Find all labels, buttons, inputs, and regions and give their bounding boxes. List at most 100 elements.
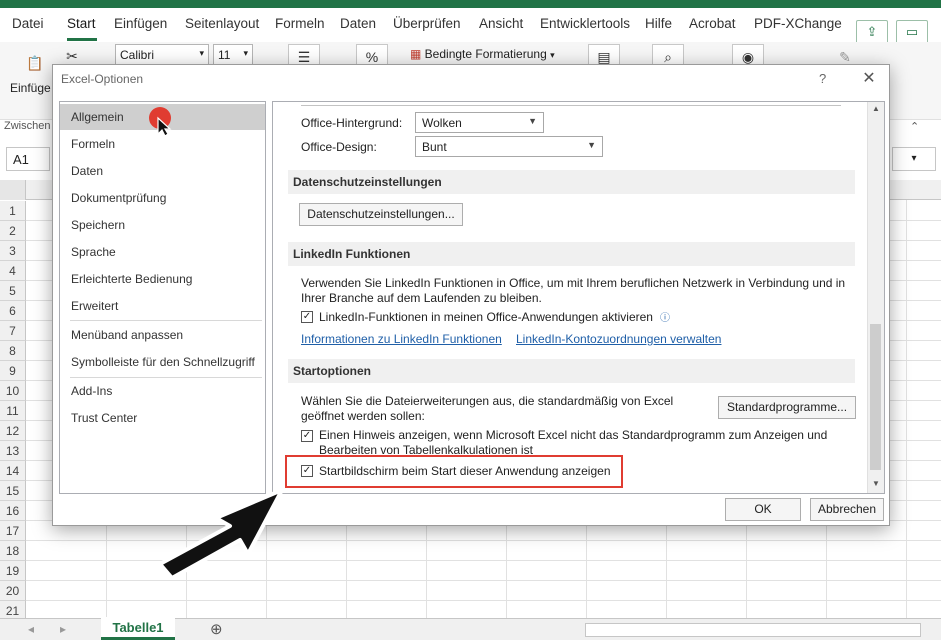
row-header[interactable]: 14 [0,461,26,481]
office-design-label: Office-Design: [301,140,377,154]
cut-icon[interactable]: ✂ [62,46,82,66]
ribbon-tabs: Datei Start Einfügen Seitenlayout Formel… [0,8,941,44]
scroll-left-icon[interactable]: ◂ [28,622,34,636]
row-header[interactable]: 12 [0,421,26,441]
tab-hilfe[interactable]: Hilfe [645,16,672,31]
formula-expand-icon[interactable]: ▾ [892,147,936,171]
row-header[interactable]: 9 [0,361,26,381]
linkedin-info-link[interactable]: Informationen zu LinkedIn Funktionen [301,332,502,346]
nav-item-symbolleiste[interactable]: Symbolleiste für den Schnellzugriff [60,349,265,375]
grid-row-line [26,600,941,601]
comment-icon: ▭ [905,24,919,39]
default-program-hint-checkbox[interactable]: ✓ [301,430,313,442]
row-header[interactable]: 17 [0,521,26,541]
options-nav-list: Allgemein Formeln Daten Dokumentprüfung … [59,101,266,494]
row-header[interactable]: 8 [0,341,26,361]
row-header[interactable]: 1 [0,201,26,221]
clipboard-icon[interactable]: 📋 [20,48,50,78]
linkedin-checkbox[interactable]: ✓ [301,311,313,323]
horizontal-scrollbar[interactable] [585,623,921,637]
comments-button[interactable]: ▭ [896,20,928,44]
row-header[interactable]: 6 [0,301,26,321]
nav-item-daten[interactable]: Daten [60,158,265,184]
clipboard-group-label: Zwischen [4,120,51,132]
cancel-button[interactable]: Abbrechen [810,498,884,521]
name-box[interactable]: A1 [6,147,50,171]
share-button[interactable]: ⇪ [856,20,888,44]
pointer-arrow [158,488,284,580]
row-header[interactable]: 10 [0,381,26,401]
startup-description-line2: geöffnet werden sollen: [301,409,425,423]
close-icon[interactable]: ✕ [859,68,879,88]
linkedin-section-header: LinkedIn Funktionen [288,242,855,266]
big-arrow-icon [158,488,284,580]
row-header[interactable]: 4 [0,261,26,281]
linkedin-description-line1: Verwenden Sie LinkedIn Funktionen in Off… [301,276,846,290]
tab-entwicklertools[interactable]: Entwicklertools [540,16,630,31]
row-header[interactable]: 15 [0,481,26,501]
ok-button[interactable]: OK [725,498,801,521]
tab-einfuegen[interactable]: Einfügen [114,16,167,31]
linkedin-accounts-link[interactable]: LinkedIn-Kontozuordnungen verwalten [516,332,721,346]
conditional-format-icon: ▦ [410,47,425,61]
default-program-hint-label1: Einen Hinweis anzeigen, wenn Microsoft E… [319,428,828,442]
nav-item-dokumentpruefung[interactable]: Dokumentprüfung [60,185,265,211]
default-programs-button[interactable]: Standardprogramme... [718,396,856,419]
scroll-right-icon[interactable]: ▸ [60,622,66,636]
tab-pdf-xchange[interactable]: PDF-XChange [754,16,842,31]
startup-section-header: Startoptionen [288,359,855,383]
nav-item-erleichterte-bedienung[interactable]: Erleichterte Bedienung [60,266,265,292]
linkedin-description-line2: Ihrer Branche auf dem Laufenden zu bleib… [301,291,542,305]
row-header[interactable]: 19 [0,561,26,581]
tab-acrobat[interactable]: Acrobat [689,16,736,31]
row-header[interactable]: 11 [0,401,26,421]
highlight-box [285,455,623,488]
chevron-down-icon: ▾ [243,48,248,58]
linkedin-checkbox-label: LinkedIn-Funktionen in meinen Office-Anw… [319,310,653,324]
privacy-settings-button[interactable]: Datenschutzeinstellungen... [299,203,463,226]
ribbon-collapse-icon[interactable]: ⌃ [910,120,919,133]
row-header[interactable]: 2 [0,221,26,241]
font-name-select[interactable]: Calibri ▾ [115,44,209,66]
add-sheet-icon[interactable]: ⊕ [210,620,223,638]
tab-datei[interactable]: Datei [12,16,44,31]
share-icon: ⇪ [866,24,878,39]
nav-item-menueband-anpassen[interactable]: Menüband anpassen [60,322,265,348]
tab-formeln[interactable]: Formeln [275,16,325,31]
row-header[interactable]: 3 [0,241,26,261]
conditional-format-button[interactable]: ▦ Bedingte Formatierung ▾ [406,44,566,66]
office-background-select[interactable]: Wolken ▼ [415,112,544,133]
paste-label[interactable]: Einfüge [10,81,51,95]
row-header[interactable]: 13 [0,441,26,461]
tab-start[interactable]: Start [67,16,96,31]
scroll-down-icon[interactable]: ▼ [872,479,880,488]
select-all-corner[interactable] [0,180,26,200]
help-icon[interactable]: ? [819,71,826,86]
info-icon[interactable]: ⓘ [660,309,670,324]
checkmark-icon: ✓ [302,430,312,441]
grid-column-line [906,200,907,618]
tab-seitenlayout[interactable]: Seitenlayout [185,16,259,31]
row-header[interactable]: 20 [0,581,26,601]
row-header[interactable]: 5 [0,281,26,301]
nav-item-trust-center[interactable]: Trust Center [60,405,265,431]
tab-ueberpruefen[interactable]: Überprüfen [393,16,461,31]
nav-item-erweitert[interactable]: Erweitert [60,293,265,319]
chevron-down-icon: ▾ [199,48,204,58]
tab-daten[interactable]: Daten [340,16,376,31]
options-content-panel: Office-Hintergrund: Wolken ▼ Office-Desig… [272,101,885,494]
scroll-thumb[interactable] [870,324,881,470]
row-header[interactable]: 16 [0,501,26,521]
chevron-down-icon: ▼ [528,116,537,126]
nav-item-add-ins[interactable]: Add-Ins [60,378,265,404]
nav-item-speichern[interactable]: Speichern [60,212,265,238]
tab-ansicht[interactable]: Ansicht [479,16,523,31]
row-header[interactable]: 7 [0,321,26,341]
nav-item-sprache[interactable]: Sprache [60,239,265,265]
row-header[interactable]: 18 [0,541,26,561]
office-design-select[interactable]: Bunt ▼ [415,136,603,157]
font-size-select[interactable]: 11 ▾ [213,44,253,66]
cursor-marker [149,107,172,137]
scroll-up-icon[interactable]: ▲ [872,104,880,113]
sheet-tab-tabelle1[interactable]: Tabelle1 [101,617,175,640]
